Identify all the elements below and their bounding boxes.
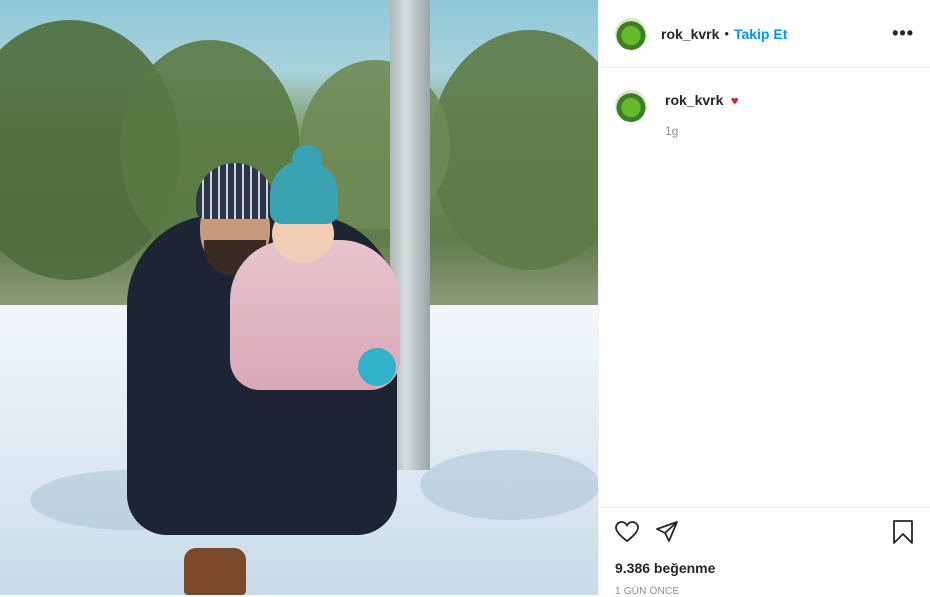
comments-section: rok_kvrk ♥ 1g [599,68,930,507]
paper-plane-icon[interactable] [655,520,679,544]
child-mitten [358,348,396,386]
heart-outline-icon[interactable] [615,521,639,543]
caption-row: rok_kvrk ♥ 1g [615,90,914,138]
follow-button[interactable]: Takip Et [734,26,787,42]
caption-username[interactable]: rok_kvrk [665,92,723,108]
avatar[interactable] [615,90,647,122]
post-date[interactable]: 1 GÜN ÖNCE [615,586,914,597]
caption-body: rok_kvrk ♥ 1g [665,92,739,138]
post-sidebar: rok_kvrk • Takip Et ••• rok_kvrk ♥ 1g 9.… [598,0,930,597]
caption-time[interactable]: 1g [665,124,739,138]
header-username[interactable]: rok_kvrk [661,26,719,42]
more-options-icon[interactable]: ••• [892,23,914,44]
snow-shadow [420,450,598,520]
actions-bar: 9.386 beğenme 1 GÜN ÖNCE [599,507,930,597]
separator-dot: • [724,26,729,41]
boot [184,548,246,595]
tree [430,30,598,270]
post-photo[interactable] [0,0,598,595]
bookmark-icon[interactable] [892,520,914,544]
likes-count[interactable]: 9.386 beğenme [615,560,914,576]
child-hat-pompom [292,145,322,173]
avatar[interactable] [615,17,647,50]
action-icons [615,518,914,546]
heart-emoji: ♥ [730,93,739,108]
post-header: rok_kvrk • Takip Et ••• [599,0,930,68]
post-container: rok_kvrk • Takip Et ••• rok_kvrk ♥ 1g 9.… [0,0,930,597]
